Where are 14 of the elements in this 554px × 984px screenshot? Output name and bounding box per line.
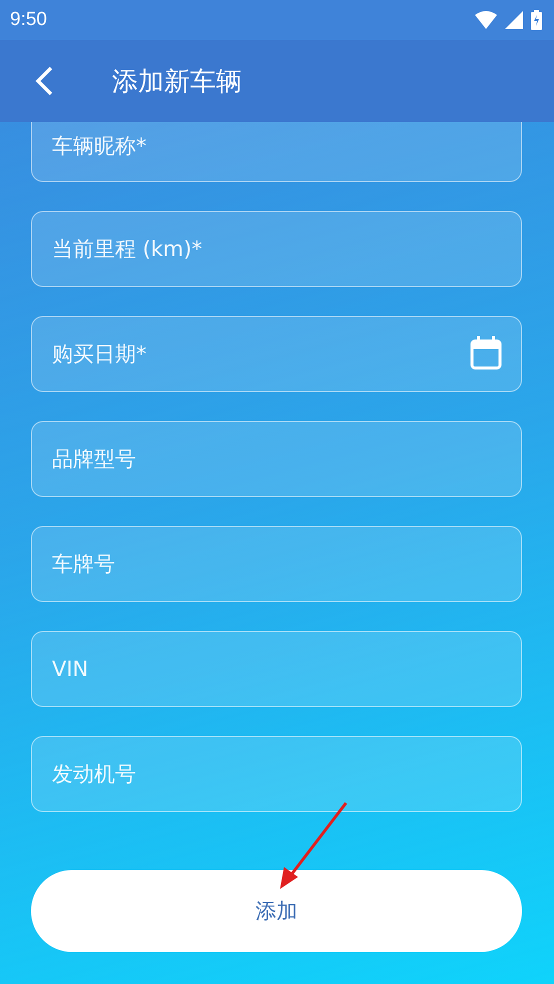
wifi-icon: [475, 11, 497, 29]
status-time: 9:50: [10, 9, 47, 31]
signal-icon: [505, 11, 523, 29]
input-field[interactable]: 当前里程 (km)*: [31, 211, 522, 287]
input-field[interactable]: 车牌号: [31, 526, 522, 602]
input-field[interactable]: 车辆昵称*: [31, 122, 522, 182]
input-field[interactable]: VIN: [31, 631, 522, 707]
calendar-icon[interactable]: [470, 336, 502, 370]
page-title: 添加新车辆: [112, 66, 242, 98]
input-field[interactable]: 发动机号: [31, 736, 522, 812]
back-icon[interactable]: [34, 66, 54, 96]
input-field[interactable]: 品牌型号: [31, 421, 522, 497]
add-button[interactable]: 添加: [31, 870, 522, 952]
battery-icon: [531, 10, 542, 30]
